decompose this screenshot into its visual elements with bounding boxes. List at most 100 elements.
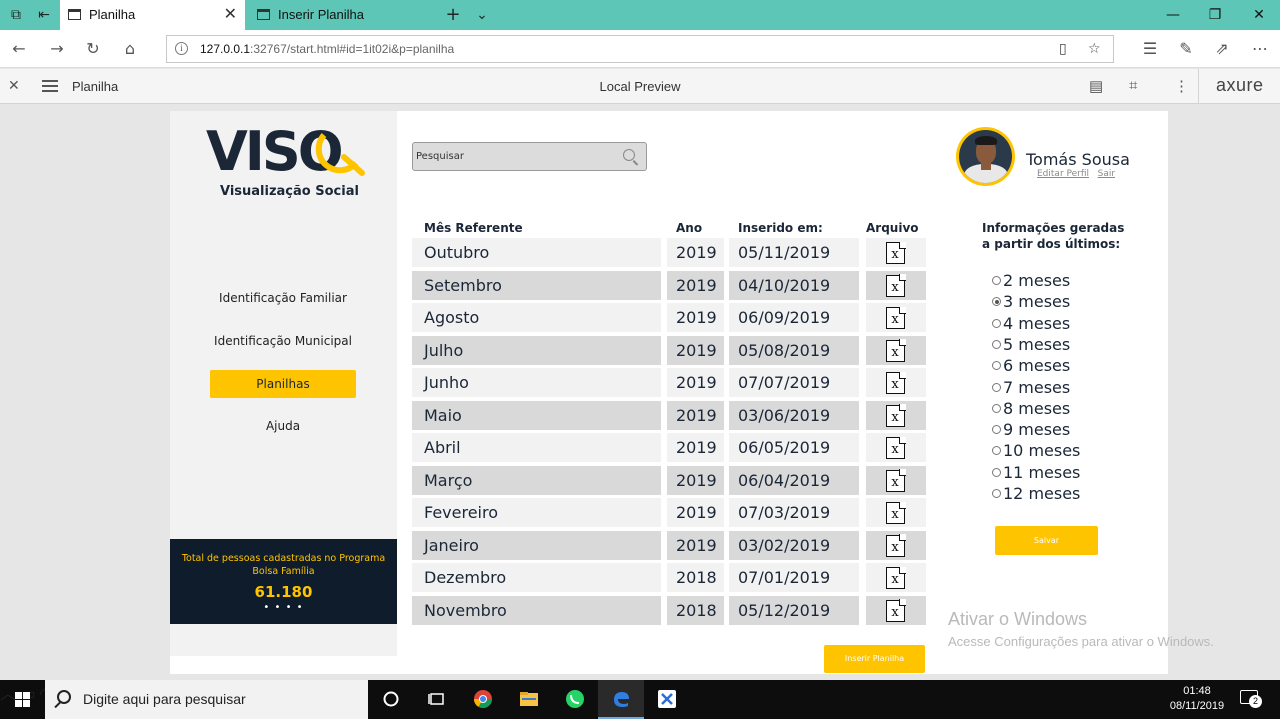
refresh-icon[interactable]: ↻: [83, 39, 103, 59]
period-option[interactable]: 12 meses: [992, 484, 1080, 504]
carousel-dots[interactable]: • • • •: [170, 602, 397, 613]
chrome-icon: [474, 690, 492, 709]
search-icon[interactable]: [623, 149, 635, 161]
excel-file-icon[interactable]: x: [886, 599, 906, 622]
period-option[interactable]: 9 meses: [992, 420, 1070, 440]
radio-icon[interactable]: [992, 297, 1001, 307]
back-icon[interactable]: ←: [9, 39, 29, 59]
excel-file-icon[interactable]: x: [886, 501, 906, 524]
edge-app[interactable]: [598, 680, 644, 719]
table-row: Janeiro 2019 03/02/2019 x: [412, 530, 926, 560]
period-option-label: 12 meses: [1003, 484, 1081, 503]
tab-list-chevron-icon[interactable]: ⌄: [474, 7, 490, 23]
excel-file-icon[interactable]: x: [886, 566, 906, 589]
share-icon[interactable]: ⇗: [1212, 39, 1232, 59]
excel-file-icon[interactable]: x: [886, 534, 906, 557]
radio-icon[interactable]: [992, 382, 1001, 392]
radio-icon[interactable]: [992, 318, 1001, 328]
excel-file-icon[interactable]: x: [886, 371, 906, 394]
edit-profile-link[interactable]: Editar Perfil: [1037, 169, 1089, 179]
excel-file-icon[interactable]: x: [886, 404, 906, 427]
period-option[interactable]: 2 meses: [992, 271, 1070, 291]
tab-inserir-planilha[interactable]: Inserir Planilha: [249, 0, 434, 30]
radio-icon[interactable]: [992, 403, 1001, 413]
axure-app[interactable]: [644, 680, 690, 719]
sidebar-item-ajuda[interactable]: Ajuda: [210, 412, 356, 440]
search-box[interactable]: [412, 142, 647, 171]
cortana-button[interactable]: [368, 680, 414, 719]
url-field[interactable]: i 127.0.0.1:32767/start.html#id=1it02i&p…: [166, 35, 1114, 63]
sidebar-item-planilhas[interactable]: Planilhas: [210, 370, 356, 398]
period-option[interactable]: 6 meses: [992, 356, 1070, 376]
period-option[interactable]: 3 meses: [992, 292, 1070, 312]
cell-mes: Junho: [412, 368, 661, 397]
file-explorer-app[interactable]: [506, 680, 552, 719]
period-title-line2: a partir dos últimos:: [982, 237, 1121, 251]
excel-file-icon[interactable]: x: [886, 241, 906, 264]
notification-center-icon[interactable]: 2: [1240, 690, 1262, 708]
sidebar-item-identificacao-municipal[interactable]: Identificação Municipal: [210, 327, 356, 355]
forward-icon[interactable]: →: [47, 39, 67, 59]
cell-mes: Novembro: [412, 595, 661, 625]
period-option[interactable]: 4 meses: [992, 314, 1070, 334]
radio-icon[interactable]: [992, 339, 1001, 349]
excel-file-icon[interactable]: x: [886, 306, 906, 329]
period-option[interactable]: 10 meses: [992, 441, 1080, 461]
avatar[interactable]: [956, 127, 1015, 186]
clock-date: 08/11/2019: [1169, 700, 1225, 712]
info-icon[interactable]: i: [175, 42, 188, 55]
radio-icon[interactable]: [992, 425, 1001, 435]
period-option[interactable]: 8 meses: [992, 399, 1070, 419]
save-button[interactable]: Salvar: [995, 526, 1098, 555]
cell-arquivo: x: [866, 498, 926, 527]
table-row: Julho 2019 05/08/2019 x: [412, 335, 926, 365]
axure-more-icon[interactable]: ⋮: [1174, 77, 1189, 95]
logout-link[interactable]: Sair: [1098, 169, 1115, 179]
period-option[interactable]: 5 meses: [992, 335, 1070, 355]
excel-file-icon[interactable]: x: [886, 274, 906, 297]
minimize-button[interactable]: —: [1150, 0, 1196, 30]
inspect-icon[interactable]: ⌗: [1129, 77, 1137, 94]
set-aside-tabs-icon[interactable]: ⇤: [36, 7, 52, 23]
cell-inserido: 05/12/2019: [729, 595, 859, 625]
task-view-button[interactable]: [414, 680, 460, 719]
cell-inserido: 03/06/2019: [729, 400, 859, 430]
search-input[interactable]: [414, 144, 614, 169]
table-row: Março 2019 06/04/2019 x: [412, 465, 926, 495]
maximize-button[interactable]: ❐: [1192, 0, 1238, 30]
file-icon-glyph: x: [891, 409, 899, 425]
radio-icon[interactable]: [992, 489, 1001, 498]
cell-inserido: 05/08/2019: [729, 335, 859, 365]
whatsapp-app[interactable]: [552, 680, 598, 719]
home-icon[interactable]: ⌂: [120, 39, 140, 59]
radio-icon[interactable]: [992, 361, 1001, 371]
clock[interactable]: 01:48 08/11/2019: [1165, 684, 1229, 714]
user-name: Tomás Sousa: [1026, 150, 1130, 169]
close-tab-icon[interactable]: ✕: [224, 0, 237, 30]
header-mes: Mês Referente: [424, 221, 523, 235]
tab-planilha[interactable]: Planilha ✕: [60, 0, 245, 30]
radio-icon[interactable]: [992, 276, 1001, 285]
excel-file-icon[interactable]: x: [886, 469, 906, 492]
radio-icon[interactable]: [992, 467, 1001, 477]
period-option[interactable]: 7 meses: [992, 378, 1070, 398]
chrome-app[interactable]: [460, 680, 506, 719]
sidebar-item-identificacao-familiar[interactable]: Identificação Familiar: [210, 284, 356, 312]
file-icon-glyph: x: [891, 474, 899, 490]
notes-icon[interactable]: ▤: [1089, 77, 1103, 95]
new-tab-icon[interactable]: +: [445, 6, 461, 24]
excel-file-icon[interactable]: x: [886, 339, 906, 362]
favorite-star-icon[interactable]: ☆: [1088, 41, 1101, 57]
tab-actions-icon[interactable]: ⧉: [8, 7, 24, 23]
close-window-button[interactable]: ✕: [1236, 0, 1280, 30]
more-icon[interactable]: ⋯: [1250, 39, 1270, 59]
notes-pen-icon[interactable]: ✎: [1176, 39, 1196, 59]
excel-file-icon[interactable]: x: [886, 436, 906, 459]
insert-spreadsheet-button[interactable]: Inserir Planilha: [824, 645, 925, 673]
taskbar-search[interactable]: Digite aqui para pesquisar: [45, 680, 368, 719]
reading-view-icon[interactable]: ▯: [1059, 41, 1067, 57]
start-button[interactable]: [0, 680, 45, 719]
favorites-list-icon[interactable]: ☰: [1140, 39, 1160, 59]
period-option[interactable]: 11 meses: [992, 463, 1080, 483]
radio-icon[interactable]: [992, 446, 1001, 456]
